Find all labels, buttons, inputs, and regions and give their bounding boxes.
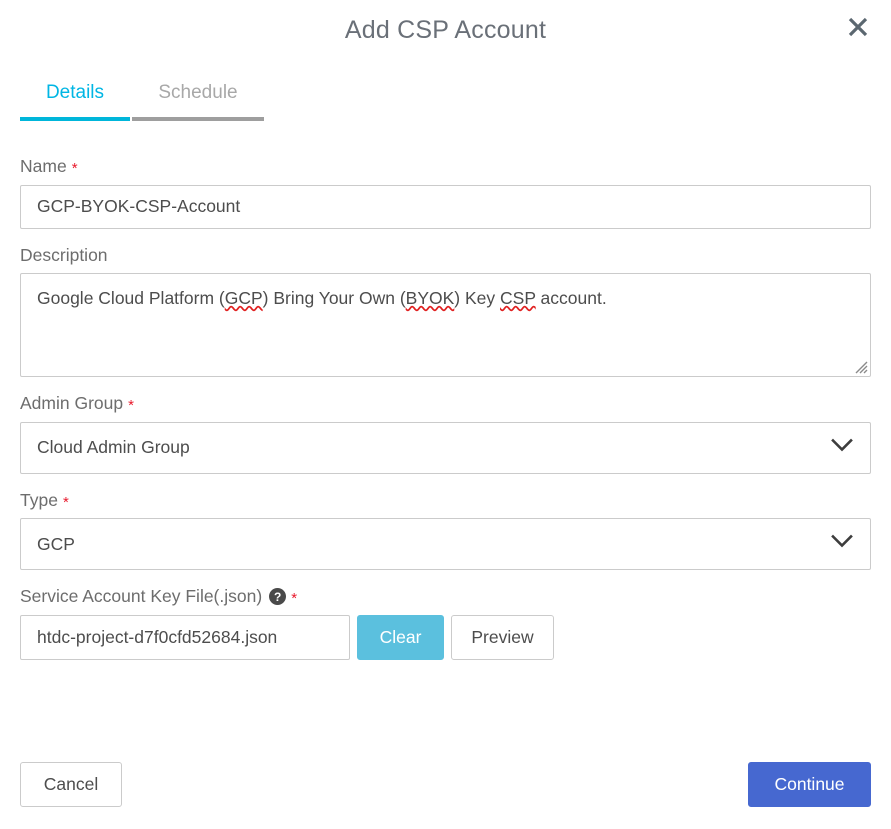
required-asterisk: * [128,397,134,415]
page-title: Add CSP Account [344,16,547,44]
required-asterisk: * [71,160,78,178]
description-textarea-wrap: Google Cloud Platform (GCP) Bring Your O… [20,273,871,377]
description-textarea[interactable]: Google Cloud Platform (GCP) Bring Your O… [20,273,871,377]
close-icon [847,16,869,38]
misspelled-word: CSP [500,288,536,308]
description-text: ) Bring Your Own ( [262,288,406,308]
name-label-text: Name [20,156,67,176]
type-value: GCP [37,533,75,554]
description-label-text: Description [20,244,108,265]
tab-details[interactable]: Details [20,82,130,121]
description-text: Google Cloud Platform ( [37,288,225,308]
field-admin-group: Admin Group * Cloud Admin Group [20,393,871,474]
add-csp-account-dialog: Add CSP Account Details Schedule Name * [0,0,891,829]
field-type: Type * GCP [20,489,871,570]
clear-file-button[interactable]: Clear [357,614,444,660]
field-description: Description Google Cloud Platform (GCP) … [20,244,871,377]
admin-group-value: Cloud Admin Group [37,437,190,457]
field-name: Name * [20,156,871,229]
details-form: Name * Description Google Cloud Platform… [20,156,871,678]
selected-file-name[interactable]: htdc-project-d7f0cfd52684.json [20,614,350,660]
field-service-account-key-file: Service Account Key File(.json) ? * htdc… [20,586,871,660]
cancel-button[interactable]: Cancel [20,762,122,807]
admin-group-label: Admin Group * [20,393,871,415]
required-asterisk: * [291,590,298,608]
description-label: Description [20,244,871,265]
tab-schedule[interactable]: Schedule [132,82,264,121]
preview-file-button[interactable]: Preview [451,614,554,660]
admin-group-select-wrap: Cloud Admin Group [20,421,871,474]
tab-bar: Details Schedule [20,82,264,121]
admin-group-select[interactable]: Cloud Admin Group [20,421,871,474]
close-button[interactable] [843,12,873,42]
misspelled-word: GCP [224,288,263,308]
dialog-footer: Cancel Continue [20,762,871,807]
misspelled-word: BYOK [405,288,455,308]
service-account-key-file-label-text: Service Account Key File(.json) [20,586,263,606]
admin-group-label-text: Admin Group [20,393,124,413]
dialog-header: Add CSP Account [0,0,891,62]
type-select-wrap: GCP [20,518,871,570]
help-circle-icon[interactable]: ? [269,588,287,606]
type-label: Type * [20,489,871,511]
name-input[interactable] [20,184,871,229]
service-account-key-file-label: Service Account Key File(.json) ? * [20,586,871,608]
description-text: account. [535,288,607,308]
required-asterisk: * [62,493,69,511]
file-row: htdc-project-d7f0cfd52684.json Clear Pre… [20,614,871,660]
type-select[interactable]: GCP [20,518,871,570]
description-text: ) Key [454,288,501,308]
name-label: Name * [20,156,871,178]
continue-button[interactable]: Continue [748,762,871,807]
type-label-text: Type [20,489,58,510]
